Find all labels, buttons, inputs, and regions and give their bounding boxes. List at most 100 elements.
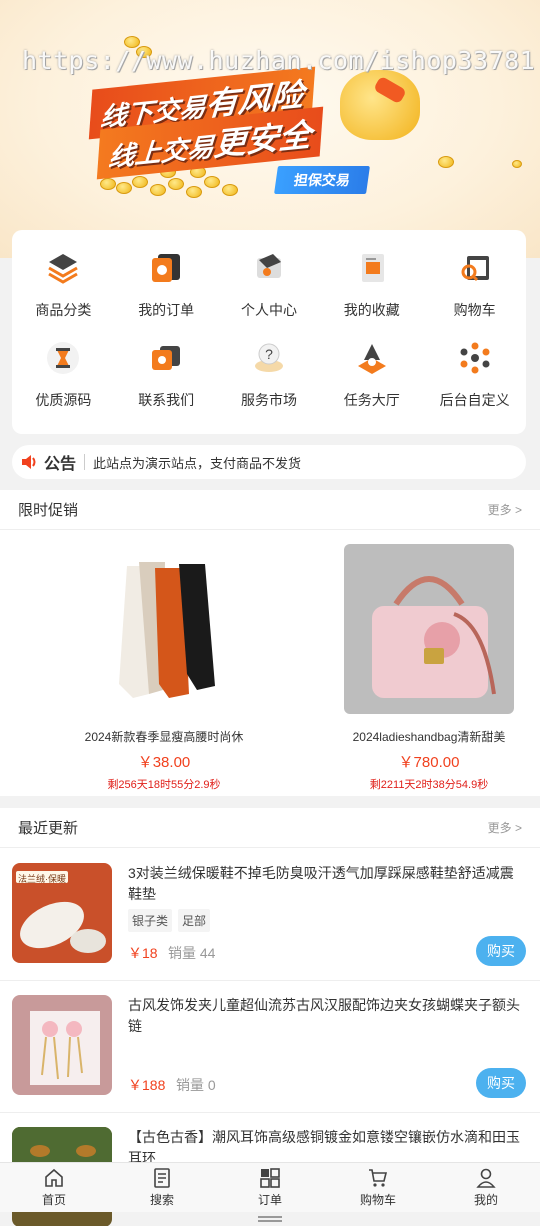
countdown-timer: 剩256天18时55分2.9秒 — [107, 779, 221, 791]
coin-icon — [222, 184, 238, 196]
more-link[interactable]: 更多 > — [488, 819, 522, 836]
product-image — [12, 995, 112, 1095]
tab-search[interactable]: 搜索 — [108, 1163, 216, 1212]
cart-icon — [455, 248, 495, 288]
coin-icon — [186, 186, 202, 198]
product-image: 法兰绒·保暖 — [12, 863, 112, 963]
tab-label: 订单 — [257, 1193, 282, 1207]
custom-admin-icon — [455, 338, 495, 378]
coin-icon — [438, 156, 454, 168]
coin-icon — [150, 184, 166, 196]
product-price: ￥18 — [128, 945, 158, 961]
grid-order-icon — [260, 1168, 280, 1188]
sales-count: 销量 44 — [168, 945, 216, 961]
search-doc-icon — [154, 1168, 170, 1188]
tab-orders[interactable]: 订单 — [216, 1163, 324, 1212]
nav-label: 我的收藏 — [343, 302, 400, 318]
guarantee-badge: 担保交易 — [274, 166, 370, 194]
coin-icon — [512, 160, 522, 168]
divider — [84, 454, 86, 470]
profile-icon — [476, 1168, 496, 1188]
coin-icon — [116, 182, 132, 194]
list-item[interactable]: 法兰绒·保暖 3对装兰绒保暖鞋不掉毛防臭吸汗透气加厚踩屎感鞋垫舒适减震鞋垫 银子… — [0, 849, 540, 981]
nav-label: 优质源码 — [35, 392, 92, 408]
coin-icon — [132, 176, 148, 188]
nav-label: 商品分类 — [35, 302, 92, 318]
contact-icon — [146, 338, 186, 378]
layers-icon — [43, 248, 83, 288]
product-price: ￥780.00 — [398, 754, 460, 771]
tag-list: 银子类 足部 — [128, 909, 211, 932]
nav-item-custom-admin[interactable]: 后台自定义 — [423, 334, 526, 424]
coin-icon — [168, 178, 184, 190]
nav-label: 任务大厅 — [343, 392, 400, 408]
product-price: ￥188 — [128, 1077, 166, 1093]
section-header: 最近更新 更多 > — [0, 808, 540, 848]
promo-product-card[interactable]: 2024新款春季显瘦高腰时尚休 ￥38.00 剩256天18时55分2.9秒 — [77, 544, 251, 792]
tag[interactable]: 足部 — [178, 909, 211, 932]
more-link[interactable]: 更多 > — [488, 501, 522, 518]
nav-label: 服务市场 — [240, 392, 297, 408]
source-code-icon — [43, 338, 83, 378]
product-image — [344, 544, 514, 714]
section-header: 限时促销 更多 > — [0, 490, 540, 530]
notice-bar[interactable]: 公告 此站点为演示站点，支付商品不发货 — [12, 445, 526, 479]
countdown-timer: 剩2211天2时38分54.9秒 — [369, 779, 489, 791]
quick-nav-card: 商品分类 我的订单 个人中心 我的收藏 购物车 优质源码 联系我们 ? 服务市场… — [12, 230, 526, 434]
service-market-icon: ? — [249, 338, 289, 378]
slogan-part: 线上交易 — [107, 131, 215, 173]
image-caption: 法兰绒·保暖 — [18, 874, 66, 884]
product-price: ￥38.00 — [137, 754, 191, 771]
nav-label: 联系我们 — [138, 392, 195, 408]
tab-label: 购物车 — [359, 1193, 396, 1207]
tab-profile[interactable]: 我的 — [432, 1163, 540, 1212]
speaker-icon — [22, 455, 36, 469]
product-title: 古风发饰发夹儿童超仙流苏古风汉服配饰边夹女孩蝴蝶夹子额头链 — [128, 997, 520, 1034]
recent-updates-section: 最近更新 更多 > 法兰绒·保暖 3对装兰绒保暖鞋不掉毛防臭吸汗透气加厚踩屎感鞋… — [0, 808, 540, 1226]
tab-label: 我的 — [473, 1193, 498, 1207]
task-hall-icon — [352, 338, 392, 378]
product-name: 2024新款春季显瘦高腰时尚休 — [84, 730, 244, 744]
user-center-icon — [249, 248, 289, 288]
bottom-tab-bar: 首页 搜索 订单 购物车 我的 — [0, 1162, 540, 1212]
promo-product-card[interactable]: 2024ladieshandbag清新甜美 ￥780.00 剩2211天2时38… — [342, 544, 516, 792]
nav-item-contact[interactable]: 联系我们 — [115, 334, 218, 424]
tab-home[interactable]: 首页 — [0, 1163, 108, 1212]
product-name: 2024ladieshandbag清新甜美 — [352, 730, 506, 744]
coin-icon — [100, 178, 116, 190]
nav-label: 个人中心 — [240, 302, 297, 318]
home-icon — [45, 1168, 63, 1187]
nav-item-service-market[interactable]: ? 服务市场 — [218, 334, 321, 424]
nav-label: 购物车 — [453, 302, 496, 318]
notice-title: 公告 — [44, 456, 77, 473]
notice-text: 此站点为演示站点，支付商品不发货 — [93, 455, 302, 471]
tab-cart[interactable]: 购物车 — [324, 1163, 432, 1212]
list-item[interactable]: 古风发饰发夹儿童超仙流苏古风汉服配饰边夹女孩蝴蝶夹子额头链 ￥188 销量 0 … — [0, 981, 540, 1113]
nav-item-user-center[interactable]: 个人中心 — [218, 244, 321, 334]
favorite-icon — [352, 248, 392, 288]
cart-icon — [369, 1169, 388, 1187]
product-image — [79, 544, 249, 714]
buy-button[interactable]: 购买 — [476, 936, 526, 966]
coin-icon — [204, 176, 220, 188]
watermark-url: https://www.huzhan.com/ishop33781 — [22, 46, 536, 75]
hero-banner[interactable]: 线下交易有风险 线上交易更安全 担保交易 https://www.huzhan.… — [0, 0, 540, 258]
tab-label: 首页 — [41, 1193, 66, 1207]
nav-item-cart[interactable]: 购物车 — [423, 244, 526, 334]
nav-item-my-orders[interactable]: 我的订单 — [115, 244, 218, 334]
sales-count: 销量 0 — [176, 1077, 216, 1093]
buy-button[interactable]: 购买 — [476, 1068, 526, 1098]
section-title: 最近更新 — [18, 820, 79, 837]
tab-label: 搜索 — [149, 1193, 174, 1207]
nav-item-categories[interactable]: 商品分类 — [12, 244, 115, 334]
order-icon — [146, 248, 186, 288]
nav-label: 我的订单 — [138, 302, 195, 318]
tag[interactable]: 银子类 — [128, 909, 173, 932]
slogan-highlight: 更安全 — [212, 116, 313, 163]
nav-label: 后台自定义 — [439, 392, 510, 408]
nav-item-favorites[interactable]: 我的收藏 — [320, 244, 423, 334]
section-title: 限时促销 — [18, 502, 79, 519]
menu-handle-icon[interactable] — [258, 1216, 282, 1222]
nav-item-source-code[interactable]: 优质源码 — [12, 334, 115, 424]
nav-item-task-hall[interactable]: 任务大厅 — [320, 334, 423, 424]
